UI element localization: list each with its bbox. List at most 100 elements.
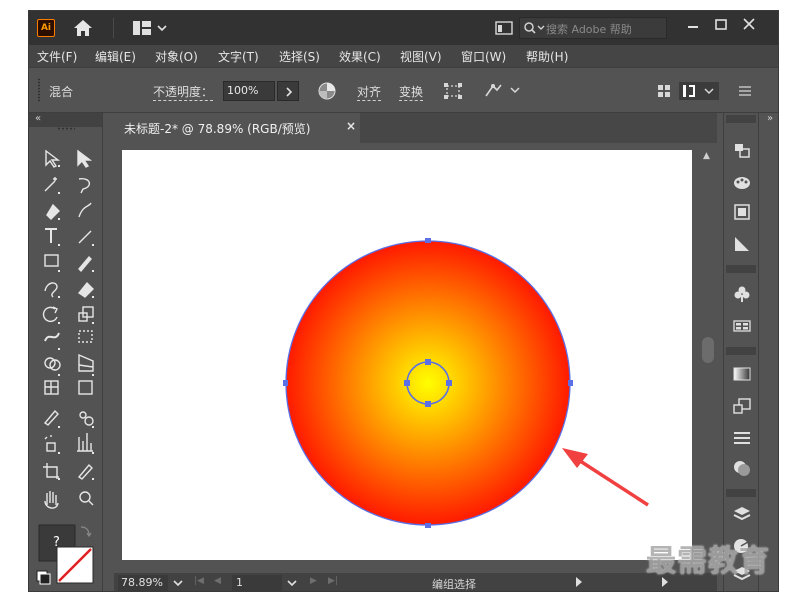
swatches-panel-icon[interactable] [732, 317, 752, 335]
panel-group-grip[interactable] [726, 489, 756, 497]
right-panel-dock: » [717, 113, 778, 591]
transparency-panel-icon[interactable] [732, 459, 752, 477]
recolor-artwork-icon[interactable] [317, 82, 337, 100]
maximize-button[interactable] [708, 13, 734, 37]
symbols-panel-icon[interactable] [732, 285, 752, 303]
close-tab-icon[interactable]: × [346, 119, 356, 133]
zoom-tool-icon [79, 491, 91, 503]
vertical-scrollbar[interactable]: ▲ [699, 143, 717, 573]
slice-tool-icon [77, 463, 93, 480]
status-bar: 78.89% |◀ ◀ 1 ▶ ▶| 编组选择 [114, 573, 717, 591]
layers-panel-icon[interactable] [732, 505, 752, 523]
close-button[interactable] [736, 13, 762, 37]
transform-label[interactable]: 变换 [399, 83, 424, 101]
panel-menu-icon[interactable] [735, 82, 755, 100]
menu-select[interactable]: 选择(S) [279, 48, 320, 65]
artboard-number-field[interactable]: 1 [232, 575, 282, 591]
artwork[interactable] [122, 150, 692, 560]
help-search-box[interactable]: 搜索 Adobe 帮助 [519, 17, 667, 39]
opacity-input[interactable]: 100% [223, 81, 275, 101]
panel-group-grip[interactable] [726, 115, 756, 123]
opacity-label[interactable]: 不透明度： [153, 83, 214, 101]
column-graph-tool-icon [77, 433, 93, 452]
menu-window[interactable]: 窗口(W) [461, 48, 506, 65]
menu-edit[interactable]: 编辑(E) [95, 48, 136, 65]
puppet-warp-icon[interactable] [483, 82, 523, 100]
perspective-grid-tool-icon [78, 353, 94, 372]
fill-unknown-indicator: ? [53, 535, 60, 550]
magic-wand-tool-icon [44, 180, 56, 192]
menu-file[interactable]: 文件(F) [37, 48, 77, 65]
last-artboard-icon[interactable]: ▶| [328, 576, 338, 586]
align-label[interactable]: 对齐 [357, 83, 382, 101]
symbol-sprayer-tool-icon [46, 442, 56, 452]
artboards-panel-icon[interactable] [732, 203, 752, 221]
rectangle-tool-icon [44, 254, 59, 267]
first-artboard-icon[interactable]: |◀ [194, 576, 204, 586]
menu-type[interactable]: 文字(T) [218, 48, 259, 65]
gradient-circle[interactable] [285, 240, 571, 526]
selection-tool-icon [77, 149, 93, 168]
arrange-grid-icon[interactable] [655, 82, 675, 100]
rotate-tool-icon [42, 306, 58, 323]
scroll-thumb[interactable] [702, 337, 714, 363]
width-tool-icon [44, 332, 60, 342]
divider [113, 18, 114, 38]
document-tab-bar: 未标题-2* @ 78.89% (RGB/预览) × [114, 113, 717, 143]
status-menu-arrow-icon[interactable] [576, 577, 582, 587]
artboard-dropdown-icon[interactable] [284, 575, 300, 591]
control-bar-grip[interactable] [37, 78, 41, 102]
scroll-up-icon[interactable]: ▲ [703, 151, 710, 161]
shaper-tool-icon [44, 282, 58, 298]
document-tab-title: 未标题-2* @ 78.89% (RGB/预览) [124, 122, 311, 136]
panel-group-grip[interactable] [726, 265, 756, 273]
menu-effect[interactable]: 效果(C) [339, 48, 381, 65]
annotation-arrow [562, 448, 649, 507]
expand-panels-icon[interactable]: » [767, 113, 773, 124]
opacity-expand-button[interactable] [277, 81, 299, 101]
curvature-tool-icon [78, 202, 92, 218]
zoom-dropdown-icon[interactable] [170, 575, 186, 591]
isolate-object-icon[interactable] [443, 82, 463, 100]
watermark-text: 最需教育 [646, 544, 770, 579]
blend-tool-icon [79, 411, 87, 419]
workspace-layout-icon[interactable] [133, 21, 167, 35]
home-icon[interactable] [73, 19, 93, 37]
direct-selection-tool-icon [45, 149, 61, 168]
control-bar: 混合 不透明度： 100% 对齐 变换 [29, 67, 778, 113]
gradient-panel-icon[interactable] [732, 365, 752, 383]
minimize-button[interactable] [680, 13, 706, 37]
artboard-tool-icon [43, 463, 59, 479]
stroke-panel-icon[interactable] [732, 429, 752, 447]
artboard[interactable] [122, 150, 692, 560]
menu-view[interactable]: 视图(V) [400, 48, 442, 65]
panel-toggle-icon[interactable] [679, 82, 719, 100]
tool-icons [42, 149, 94, 509]
gradient-swatch-panel-icon[interactable] [732, 235, 752, 253]
fill-stroke-widget[interactable]: ? [36, 523, 95, 585]
search-placeholder: 搜索 Adobe 帮助 [546, 23, 632, 36]
collapse-panel-icon[interactable]: « [35, 113, 41, 124]
eraser-tool-icon [77, 281, 94, 298]
canvas-area[interactable]: ▲ [114, 143, 717, 573]
panel-icon-column [723, 113, 759, 591]
zoom-level-field[interactable]: 78.89% [118, 575, 168, 591]
menu-bar: 文件(F) 编辑(E) 对象(O) 文字(T) 选择(S) 效果(C) 视图(V… [29, 45, 778, 67]
free-transform-tool-icon [78, 330, 93, 343]
appearance-panel-icon[interactable] [732, 397, 752, 415]
tools-panel-header[interactable]: « [29, 113, 102, 127]
menu-object[interactable]: 对象(O) [155, 48, 198, 65]
screen-mode-icon[interactable] [495, 21, 513, 35]
pen-tool-icon [46, 203, 60, 220]
panel-group-grip[interactable] [726, 347, 756, 355]
color-guide-panel-icon[interactable] [732, 173, 752, 191]
menu-help[interactable]: 帮助(H) [526, 48, 568, 65]
previous-artboard-icon[interactable]: ◀ [214, 576, 221, 586]
next-artboard-icon[interactable]: ▶ [310, 576, 317, 586]
blend-label[interactable]: 混合 [49, 83, 73, 100]
tools-grip[interactable] [57, 127, 75, 131]
document-tab[interactable]: 未标题-2* @ 78.89% (RGB/预览) × [114, 113, 360, 143]
illustrator-logo: Ai [37, 19, 55, 37]
transform-panel-icon[interactable] [732, 141, 752, 159]
illustrator-window: Ai 搜索 Adobe 帮助 文件(F) 编辑(E) 对象(O) 文字(T) 选… [28, 10, 779, 592]
